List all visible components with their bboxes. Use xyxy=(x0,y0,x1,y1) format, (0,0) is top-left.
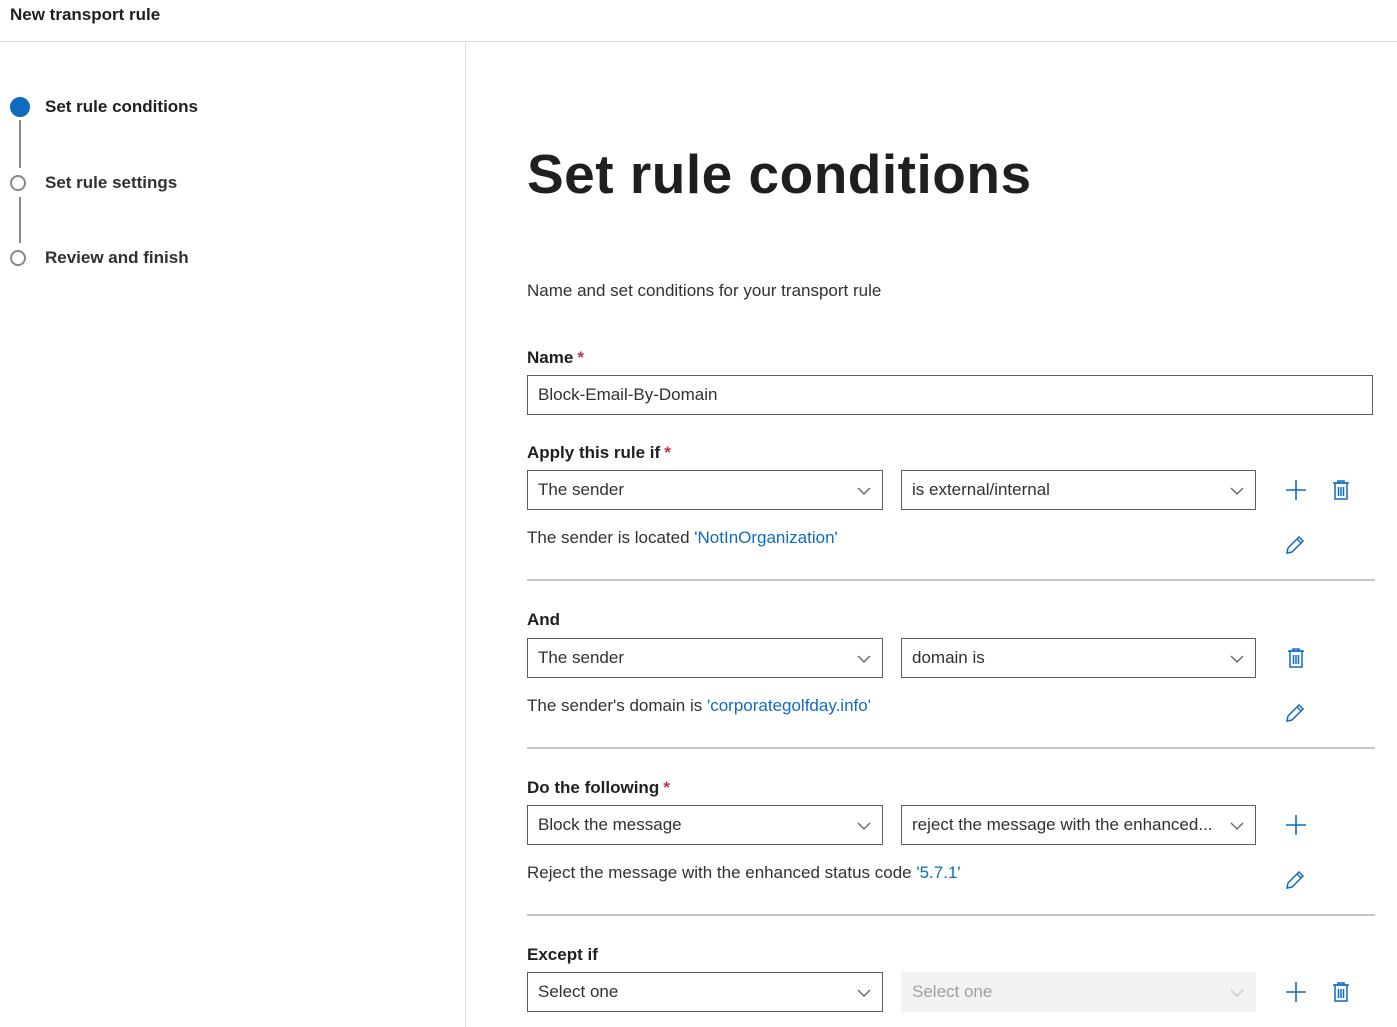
dropdown-value: domain is xyxy=(912,648,985,667)
section-divider xyxy=(527,579,1375,581)
do-following-label-text: Do the following xyxy=(527,778,660,797)
exception-operator-dropdown: Select one xyxy=(901,972,1256,1012)
delete-icon[interactable] xyxy=(1329,980,1353,1004)
chevron-down-icon xyxy=(1230,989,1244,997)
required-marker: * xyxy=(577,348,584,367)
section-divider xyxy=(527,914,1375,916)
chevron-down-icon xyxy=(857,655,871,663)
delete-icon[interactable] xyxy=(1284,646,1308,670)
and-label: And xyxy=(527,610,561,629)
condition-summary: The sender is located 'NotInOrganization… xyxy=(527,528,838,548)
action-dropdown[interactable]: Block the message xyxy=(527,805,883,845)
step-active-indicator xyxy=(10,97,30,117)
edit-icon[interactable] xyxy=(1283,533,1307,557)
chevron-down-icon xyxy=(857,487,871,495)
dropdown-value: The sender xyxy=(538,480,624,499)
required-marker: * xyxy=(663,778,670,797)
action-summary-text: Reject the message with the enhanced sta… xyxy=(527,863,917,882)
required-marker: * xyxy=(664,443,671,462)
step-label: Set rule settings xyxy=(45,173,178,192)
step-pending-indicator xyxy=(10,250,26,266)
rule-name-input[interactable]: Block-Email-By-Domain xyxy=(527,375,1373,415)
chevron-down-icon xyxy=(1230,487,1244,495)
step-connector xyxy=(19,120,21,168)
exception-property-dropdown[interactable]: Select one xyxy=(527,972,883,1012)
panel-title: New transport rule xyxy=(10,5,161,24)
and-property-dropdown[interactable]: The sender xyxy=(527,638,883,678)
do-following-label: Do the following * xyxy=(527,778,670,798)
step-connector xyxy=(19,197,21,243)
chevron-down-icon xyxy=(1230,655,1244,663)
condition-value-link[interactable]: 'NotInOrganization' xyxy=(694,528,838,547)
condition-operator-dropdown[interactable]: is external/internal xyxy=(901,470,1256,510)
apply-rule-label: Apply this rule if * xyxy=(527,443,671,463)
and-summary-text: The sender's domain is xyxy=(527,696,707,715)
dropdown-value: The sender xyxy=(538,648,624,667)
name-label-text: Name xyxy=(527,348,574,367)
dropdown-value: Select one xyxy=(912,982,993,1001)
header-bar: New transport rule xyxy=(0,0,1397,42)
action-value-link[interactable]: '5.7.1' xyxy=(916,863,960,882)
name-label: Name * xyxy=(527,348,584,368)
add-icon[interactable] xyxy=(1284,813,1308,837)
dropdown-value: Block the message xyxy=(538,815,682,834)
delete-icon[interactable] xyxy=(1329,478,1353,502)
step-pending-indicator xyxy=(10,175,26,191)
chevron-down-icon xyxy=(857,822,871,830)
edit-icon[interactable] xyxy=(1283,701,1307,725)
step-label: Set rule conditions xyxy=(45,97,199,116)
dropdown-value: reject the message with the enhanced... xyxy=(912,815,1213,834)
add-icon[interactable] xyxy=(1284,980,1308,1004)
page-heading: Set rule conditions xyxy=(527,143,1032,205)
chevron-down-icon xyxy=(1230,822,1244,830)
except-if-label: Except if xyxy=(527,945,598,964)
and-value-link[interactable]: 'corporategolfday.info' xyxy=(707,696,871,715)
action-summary: Reject the message with the enhanced sta… xyxy=(527,863,961,883)
and-summary: The sender's domain is 'corporategolfday… xyxy=(527,696,871,716)
section-divider xyxy=(527,747,1375,749)
action-detail-dropdown[interactable]: reject the message with the enhanced... xyxy=(901,805,1256,845)
edit-icon[interactable] xyxy=(1283,868,1307,892)
chevron-down-icon xyxy=(857,989,871,997)
step-label: Review and finish xyxy=(45,248,189,267)
and-operator-dropdown[interactable]: domain is xyxy=(901,638,1256,678)
dropdown-value: is external/internal xyxy=(912,480,1050,499)
page-subtitle: Name and set conditions for your transpo… xyxy=(527,281,882,300)
apply-rule-label-text: Apply this rule if xyxy=(527,443,661,462)
condition-summary-text: The sender is located xyxy=(527,528,695,547)
condition-property-dropdown[interactable]: The sender xyxy=(527,470,883,510)
dropdown-value: Select one xyxy=(538,982,619,1001)
add-icon[interactable] xyxy=(1284,478,1308,502)
